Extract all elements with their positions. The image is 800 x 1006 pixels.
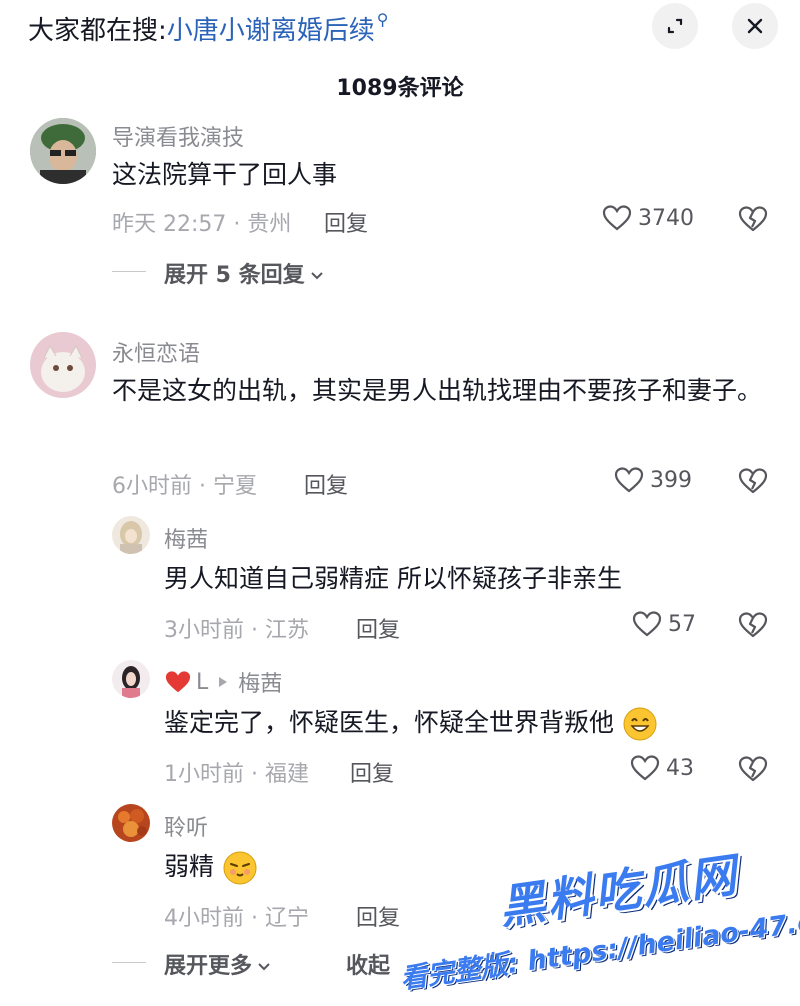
reply-time-location: 1小时前 · 福建 [164, 762, 309, 787]
dislike-button[interactable] [738, 611, 768, 643]
avatar[interactable] [30, 332, 96, 398]
broken-heart-icon [738, 756, 768, 782]
broken-heart-icon [738, 612, 768, 638]
reply-button[interactable]: 回复 [324, 206, 368, 238]
search-term-link[interactable]: 小唐小谢离婚后续 [167, 16, 375, 46]
watermark: 黑料吃瓜网 看完整版: https://heiliao-47.com [398, 845, 800, 996]
like-button[interactable]: 3740 [602, 204, 694, 232]
avatar-image [112, 516, 150, 554]
reply-text: 男人知道自己弱精症 所以怀疑孩子非亲生 [164, 564, 622, 593]
avatar[interactable] [112, 804, 150, 842]
reply-to-nickname[interactable]: 梅茜 [238, 666, 282, 698]
heart-icon [602, 205, 632, 231]
reply-header: L 梅茜 [164, 666, 282, 698]
comment-nickname[interactable]: 永恒恋语 [112, 336, 200, 368]
reply-button[interactable]: 回复 [350, 756, 394, 788]
trending-search[interactable]: 大家都在搜:小唐小谢离婚后续 ⚲ [28, 10, 389, 47]
expand-replies-button[interactable]: 展开 5 条回复 [164, 257, 325, 289]
avatar[interactable] [112, 660, 150, 698]
comment-time-location: 昨天 22:57 · 贵州 [112, 212, 292, 237]
comment-text: 不是这女的出轨，其实是男人出轨找理由不要孩子和妻子。 [112, 376, 763, 405]
search-icon: ⚲ [376, 10, 389, 29]
avatar-image [30, 118, 96, 184]
chevron-down-icon [310, 272, 323, 280]
close-button[interactable] [732, 3, 778, 49]
dislike-button[interactable] [738, 205, 768, 237]
comment-text: 这法院算干了回人事 [112, 160, 338, 189]
expand-more-button[interactable]: 展开更多 [164, 948, 272, 980]
avatar[interactable] [112, 516, 150, 554]
reply-time-location: 3小时前 · 江苏 [164, 618, 309, 643]
top-bar: 大家都在搜:小唐小谢离婚后续 ⚲ [0, 0, 800, 60]
comment-time-location: 6小时前 · 宁夏 [112, 474, 257, 499]
heart-icon [614, 467, 644, 493]
close-icon [747, 18, 763, 34]
smile-emoji-icon [623, 707, 657, 741]
expand-icon [667, 18, 683, 34]
heart-icon [632, 611, 662, 637]
like-count: 57 [668, 611, 696, 637]
reply-button[interactable]: 回复 [356, 612, 400, 644]
collapse-button[interactable]: 收起 [346, 948, 390, 980]
reply-nickname[interactable]: 聆听 [164, 810, 208, 842]
reply-time-location: 4小时前 · 辽宁 [164, 906, 309, 931]
dislike-button[interactable] [738, 467, 768, 499]
chevron-down-icon [258, 963, 270, 971]
avatar[interactable] [30, 118, 96, 184]
search-prefix-label: 大家都在搜: [28, 16, 167, 46]
avatar-image [112, 660, 150, 698]
expand-more-label: 展开更多 [164, 954, 253, 979]
heart-icon [630, 755, 660, 781]
dislike-button[interactable] [738, 755, 768, 787]
reply-arrow-icon [219, 677, 228, 687]
reply-text-row: 鉴定完了，怀疑医生，怀疑全世界背叛他 [164, 700, 784, 746]
like-button[interactable]: 43 [630, 754, 694, 782]
reply-nickname[interactable]: 梅茜 [164, 522, 208, 554]
like-count: 399 [650, 467, 692, 493]
divider [112, 962, 146, 963]
reply-nickname[interactable]: L [196, 670, 208, 695]
like-button[interactable]: 399 [614, 466, 692, 494]
expand-replies-label: 展开 5 条回复 [164, 263, 305, 288]
broken-heart-icon [738, 206, 768, 232]
reply-button[interactable]: 回复 [304, 468, 348, 500]
smirk-emoji-icon [223, 851, 257, 885]
reply-text: 弱精 [164, 852, 215, 881]
like-count: 43 [666, 755, 694, 781]
red-heart-icon [165, 671, 191, 693]
reply-text: 鉴定完了，怀疑医生，怀疑全世界背叛他 [164, 708, 615, 737]
broken-heart-icon [738, 468, 768, 494]
comment-nickname[interactable]: 导演看我演技 [112, 126, 244, 152]
divider [112, 271, 146, 272]
avatar-image [30, 332, 96, 398]
comment-count-title: 1089条评论 [336, 76, 464, 101]
like-count: 3740 [638, 205, 694, 231]
avatar-image [112, 804, 150, 842]
expand-fullscreen-button[interactable] [652, 3, 698, 49]
reply-button[interactable]: 回复 [356, 900, 400, 932]
like-button[interactable]: 57 [632, 610, 696, 638]
